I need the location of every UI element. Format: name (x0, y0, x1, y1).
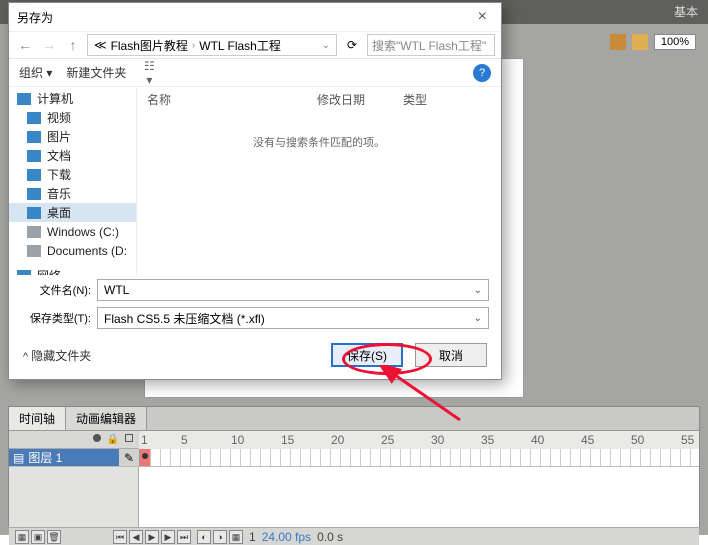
monitor-icon (17, 93, 31, 105)
tool-icon-a[interactable] (610, 34, 626, 50)
drive-icon (27, 226, 41, 238)
document-toolbar: 100% (610, 34, 696, 50)
timeline-panel: 时间轴 动画编辑器 🔒 1 5 10 15 20 25 30 35 40 45 … (8, 406, 700, 527)
tab-timeline[interactable]: 时间轴 (9, 407, 66, 430)
new-folder-button[interactable]: ▣ (31, 530, 45, 544)
prev-frame-button[interactable]: ◀ (129, 530, 143, 544)
sidebar-item-pictures[interactable]: 图片 (9, 127, 136, 146)
layer-label: 图层 1 (28, 449, 62, 466)
sidebar-item-downloads[interactable]: 下载 (9, 165, 136, 184)
search-input[interactable]: 搜索"WTL Flash工程" (367, 34, 495, 56)
play-button[interactable]: ▶ (145, 530, 159, 544)
refresh-button[interactable]: ⟳ (341, 38, 363, 52)
delete-layer-button[interactable]: 🗑 (47, 530, 61, 544)
view-options-button[interactable]: ☷ ▾ (140, 59, 158, 87)
organize-button[interactable]: 组织 ▾ (19, 64, 52, 81)
layer-row[interactable]: ▤ 图层 1 (9, 449, 119, 466)
forward-button[interactable]: → (39, 35, 59, 55)
folder-icon (27, 188, 41, 200)
lock-icon[interactable]: 🔒 (107, 434, 119, 445)
folder-icon (27, 169, 41, 181)
breadcrumb-drive-icon: ≪ (94, 38, 107, 52)
frames-area[interactable] (139, 449, 699, 466)
keyframe-1[interactable] (142, 453, 148, 459)
folder-icon (27, 150, 41, 162)
frame-ruler[interactable]: 1 5 10 15 20 25 30 35 40 45 50 55 (139, 431, 699, 449)
drive-icon (27, 245, 41, 257)
sidebar-item-video[interactable]: 视频 (9, 108, 136, 127)
folder-icon (27, 112, 41, 124)
sidebar-item-d-drive[interactable]: Documents (D: (9, 241, 136, 260)
layer-icon: ▤ (13, 451, 24, 465)
visibility-icon[interactable] (93, 434, 101, 442)
next-frame-button[interactable]: ▶ (161, 530, 175, 544)
hide-folders-toggle[interactable]: ^ 隐藏文件夹 (23, 347, 91, 364)
chevron-down-icon[interactable]: ⌄ (474, 285, 482, 296)
sidebar-item-desktop[interactable]: 桌面 (9, 203, 136, 222)
tab-anim-editor[interactable]: 动画编辑器 (66, 407, 147, 430)
folder-icon (27, 131, 41, 143)
zoom-value[interactable]: 100% (654, 34, 696, 50)
time-display: 0.0 s (317, 530, 343, 544)
chevron-right-icon: › (192, 40, 195, 51)
close-icon[interactable]: × (472, 8, 493, 26)
back-button[interactable]: ← (15, 35, 35, 55)
filename-input[interactable]: WTL⌄ (97, 279, 489, 301)
save-as-dialog: 另存为 × ← → ↑ ≪ Flash图片教程 › WTL Flash工程 ⌄ … (8, 2, 502, 380)
onion-button[interactable]: ◐ (197, 530, 211, 544)
column-type[interactable]: 类型 (403, 91, 427, 108)
new-folder-button[interactable]: 新建文件夹 (66, 64, 126, 81)
save-button[interactable]: 保存(S) (331, 343, 403, 367)
timeline-footer: ▦ ▣ 🗑 ⏮ ◀ ▶ ▶ ⏭ ◐ ◑ ▦ 1 24.00 fps 0.0 s (9, 527, 699, 545)
onion-outline-button[interactable]: ◑ (213, 530, 227, 544)
dialog-title: 另存为 (17, 9, 53, 26)
column-date[interactable]: 修改日期 (317, 91, 403, 108)
edit-mult-button[interactable]: ▦ (229, 530, 243, 544)
empty-message: 没有与搜索条件匹配的项。 (137, 134, 501, 150)
outline-icon[interactable] (125, 434, 133, 442)
breadcrumb[interactable]: ≪ Flash图片教程 › WTL Flash工程 ⌄ (87, 34, 337, 56)
filetype-label: 保存类型(T): (21, 310, 97, 326)
sidebar-item-docs[interactable]: 文档 (9, 146, 136, 165)
folder-icon (27, 207, 41, 219)
last-frame-button[interactable]: ⏭ (177, 530, 191, 544)
filetype-select[interactable]: Flash CS5.5 未压缩文档 (*.xfl)⌄ (97, 307, 489, 329)
sidebar-computer[interactable]: 计算机 (9, 89, 136, 108)
file-list[interactable]: 名称 修改日期 类型 没有与搜索条件匹配的项。 (137, 87, 501, 275)
basic-button[interactable]: 基本 (674, 3, 698, 20)
chevron-down-icon[interactable]: ⌄ (322, 40, 330, 51)
sidebar-item-music[interactable]: 音乐 (9, 184, 136, 203)
filename-label: 文件名(N): (21, 282, 97, 298)
sidebar-item-c-drive[interactable]: Windows (C:) (9, 222, 136, 241)
fps-display: 24.00 fps (262, 530, 311, 544)
help-icon[interactable]: ? (473, 64, 491, 82)
first-frame-button[interactable]: ⏮ (113, 530, 127, 544)
annotation-arrow (380, 365, 470, 425)
up-button[interactable]: ↑ (63, 35, 83, 55)
sidebar-network[interactable]: 网络 (9, 266, 136, 275)
network-icon (17, 270, 31, 276)
current-frame: 1 (249, 530, 256, 544)
layer-pencil-icon[interactable]: ✎ (119, 451, 139, 465)
new-layer-button[interactable]: ▦ (15, 530, 29, 544)
cancel-button[interactable]: 取消 (415, 343, 487, 367)
chevron-down-icon[interactable]: ⌄ (474, 313, 482, 324)
sidebar: 计算机 视频 图片 文档 下载 音乐 桌面 Windows (C:) Docum… (9, 87, 137, 275)
column-name[interactable]: 名称 (147, 91, 317, 108)
tool-icon-b[interactable] (632, 34, 648, 50)
